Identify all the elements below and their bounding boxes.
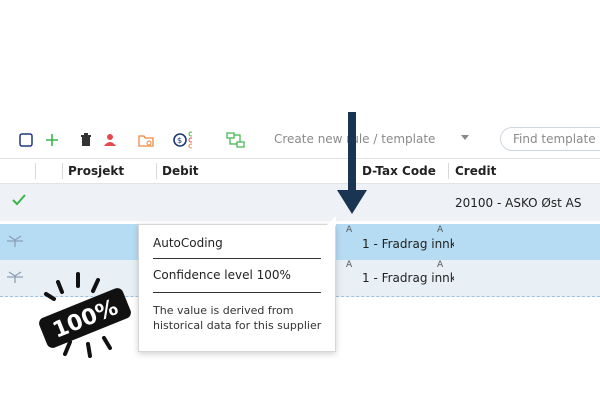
autocoding-tooltip: AutoCoding Confidence level 100% The val… (138, 216, 336, 352)
plus-icon[interactable] (42, 130, 62, 150)
trash-icon[interactable] (76, 130, 96, 150)
column-credit[interactable]: Credit (455, 164, 496, 178)
arrow-down-icon (337, 112, 367, 214)
ai-marker: A (437, 260, 444, 270)
chevron-down-icon[interactable] (461, 135, 469, 140)
column-prosjekt[interactable]: Prosjekt (68, 164, 124, 178)
dollar-icon[interactable]: $ (172, 130, 192, 150)
ai-marker: A (346, 225, 353, 235)
svg-text:$: $ (177, 136, 182, 145)
toolbar: $ Create new rule / template Find templa… (0, 122, 600, 158)
column-dtax[interactable]: D-Tax Code (362, 164, 436, 178)
user-icon[interactable] (100, 130, 120, 150)
credit-cell[interactable]: 20100 - ASKO Øst AS (455, 196, 581, 210)
tooltip-title: AutoCoding (153, 236, 223, 250)
divider (153, 292, 321, 293)
tooltip-description: The value is derived from historical dat… (153, 304, 322, 332)
ai-marker: A (346, 260, 353, 270)
split-icon (6, 270, 24, 287)
table-row[interactable]: 20100 - ASKO Øst AS (0, 184, 600, 221)
tax-code-cell[interactable]: 1 - Fradrag innkj (362, 271, 454, 285)
table-header: Prosjekt Debit D-Tax Code Credit (0, 158, 600, 184)
split-icon[interactable] (226, 130, 246, 150)
checkbox-icon[interactable] (16, 130, 36, 150)
divider (153, 258, 321, 259)
badge-100-icon: 100% (39, 272, 131, 358)
folder-icon[interactable] (136, 130, 156, 150)
confidence-level: Confidence level 100% (153, 268, 291, 282)
column-debit[interactable]: Debit (162, 164, 199, 178)
ai-marker: A (437, 225, 444, 235)
find-template-input[interactable]: Find template (500, 127, 600, 151)
tax-code-cell[interactable]: 1 - Fradrag innkj (362, 237, 454, 251)
check-icon (12, 194, 26, 209)
split-icon (6, 234, 24, 251)
